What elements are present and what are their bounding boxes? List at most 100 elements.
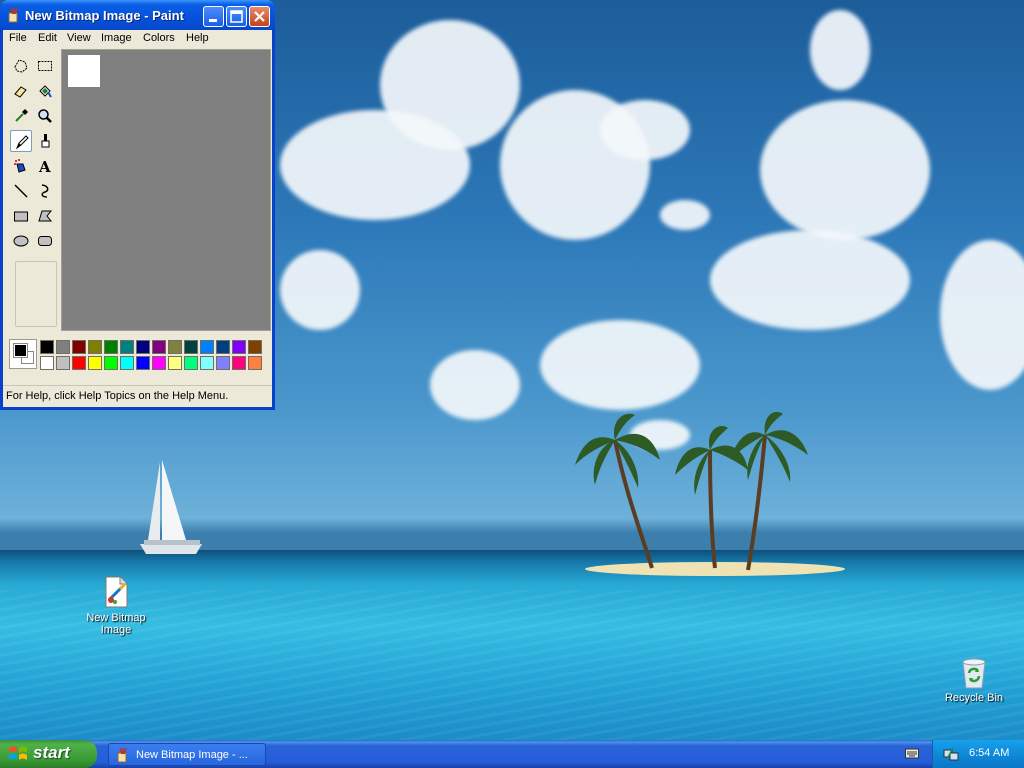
palette-color-swatch[interactable] <box>56 356 70 370</box>
rounded-rectangle-icon <box>38 236 52 246</box>
desktop-icon-label-line2: Image <box>100 624 132 636</box>
recycle-bin-icon <box>958 656 990 689</box>
curve-icon <box>41 184 49 198</box>
taskbar: start New Bitmap Image - ... 6:54 AM <box>0 740 1024 768</box>
palette-color-swatch[interactable] <box>200 356 214 370</box>
palette-color-swatch[interactable] <box>248 340 262 354</box>
free-form-select-icon <box>14 59 28 73</box>
clock[interactable]: 6:54 AM <box>969 747 1009 759</box>
desktop-icon-new-bitmap[interactable]: New Bitmap Image <box>80 576 152 636</box>
cloud <box>430 350 520 420</box>
tool-text[interactable]: A <box>34 155 56 177</box>
palette-color-swatch[interactable] <box>168 356 182 370</box>
status-text: For Help, click Help Topics on the Help … <box>6 390 229 402</box>
tool-fill[interactable] <box>34 80 56 102</box>
minimize-icon <box>209 19 217 22</box>
cloud <box>600 100 690 160</box>
tool-select[interactable] <box>34 55 56 77</box>
menu-edit[interactable]: Edit <box>38 32 57 44</box>
tool-pencil[interactable] <box>10 130 32 152</box>
start-label: start <box>33 743 70 762</box>
menu-view[interactable]: View <box>67 32 91 44</box>
keyboard-language-icon[interactable] <box>905 746 919 760</box>
menu-colors[interactable]: Colors <box>143 32 175 44</box>
palette-color-swatch[interactable] <box>40 340 54 354</box>
cloud <box>280 250 360 330</box>
palette-color-swatch[interactable] <box>232 340 246 354</box>
eraser-icon <box>14 86 27 98</box>
menu-image[interactable]: Image <box>101 32 132 44</box>
network-icon[interactable] <box>943 746 959 762</box>
paint-app-icon[interactable] <box>6 7 22 23</box>
tool-magnifier[interactable] <box>34 105 56 127</box>
taskbar-item-label: New Bitmap Image - ... <box>136 749 248 761</box>
eyedropper-icon <box>15 109 28 122</box>
toolbox: A <box>7 53 61 331</box>
select-icon <box>38 61 52 71</box>
airbrush-icon <box>14 159 26 173</box>
tool-polygon[interactable] <box>34 205 56 227</box>
palette-color-swatch[interactable] <box>184 356 198 370</box>
palette-color-swatch[interactable] <box>120 340 134 354</box>
close-button[interactable] <box>249 6 270 27</box>
tool-curve[interactable] <box>34 180 56 202</box>
drawing-canvas[interactable] <box>68 55 100 87</box>
line-icon <box>14 184 28 198</box>
menu-file[interactable]: File <box>9 32 27 44</box>
palette-color-swatch[interactable] <box>120 356 134 370</box>
palette-color-swatch[interactable] <box>104 340 118 354</box>
status-bar: For Help, click Help Topics on the Help … <box>3 385 272 405</box>
palette-color-swatch[interactable] <box>184 340 198 354</box>
palette-color-swatch[interactable] <box>216 340 230 354</box>
palette-color-swatch[interactable] <box>72 340 86 354</box>
palette-color-swatch[interactable] <box>248 356 262 370</box>
palette-color-swatch[interactable] <box>152 356 166 370</box>
palette-color-swatch[interactable] <box>152 340 166 354</box>
fill-bucket-icon <box>39 85 52 98</box>
palette-color-swatch[interactable] <box>56 340 70 354</box>
minimize-button[interactable] <box>203 6 224 27</box>
palette-color-swatch[interactable] <box>232 356 246 370</box>
palm-trees <box>575 411 808 571</box>
palette-color-swatch[interactable] <box>200 340 214 354</box>
tool-line[interactable] <box>10 180 32 202</box>
palette-color-swatch[interactable] <box>88 340 102 354</box>
cloud <box>940 240 1024 390</box>
canvas-area[interactable] <box>61 49 271 331</box>
cloud <box>380 20 520 150</box>
menu-help[interactable]: Help <box>186 32 209 44</box>
tool-rounded-rectangle[interactable] <box>34 230 56 252</box>
palette-color-swatch[interactable] <box>216 356 230 370</box>
window-titlebar[interactable]: New Bitmap Image - Paint <box>0 0 275 30</box>
system-tray: 6:54 AM <box>932 740 1024 768</box>
palette-color-swatch[interactable] <box>168 340 182 354</box>
tool-free-form-select[interactable] <box>10 55 32 77</box>
palette-color-swatch[interactable] <box>104 356 118 370</box>
current-colors[interactable] <box>9 339 37 369</box>
foreground-color-swatch <box>13 343 28 358</box>
brush-icon <box>41 134 50 148</box>
start-button[interactable]: start <box>0 740 97 768</box>
taskbar-item-paint[interactable]: New Bitmap Image - ... <box>108 743 266 766</box>
magnifier-icon <box>38 109 52 123</box>
cloud <box>760 100 930 240</box>
palette-color-swatch[interactable] <box>136 356 150 370</box>
tool-brush[interactable] <box>34 130 56 152</box>
palette-color-swatch[interactable] <box>88 356 102 370</box>
tool-rectangle[interactable] <box>10 205 32 227</box>
desktop-icon-recycle-bin[interactable]: Recycle Bin <box>938 656 1010 704</box>
paint-window: New Bitmap Image - Paint File Edit View … <box>0 0 275 410</box>
palette-color-swatch[interactable] <box>136 340 150 354</box>
color-palette <box>7 337 269 373</box>
tool-pick-color[interactable] <box>10 105 32 127</box>
palette-color-swatch[interactable] <box>72 356 86 370</box>
menu-bar: File Edit View Image Colors Help <box>3 30 272 49</box>
tool-options-box[interactable] <box>15 261 57 327</box>
cloud <box>660 200 710 230</box>
tool-eraser[interactable] <box>10 80 32 102</box>
tool-ellipse[interactable] <box>10 230 32 252</box>
cloud <box>810 10 870 90</box>
tool-airbrush[interactable] <box>10 155 32 177</box>
palette-color-swatch[interactable] <box>40 356 54 370</box>
maximize-button[interactable] <box>226 6 247 27</box>
